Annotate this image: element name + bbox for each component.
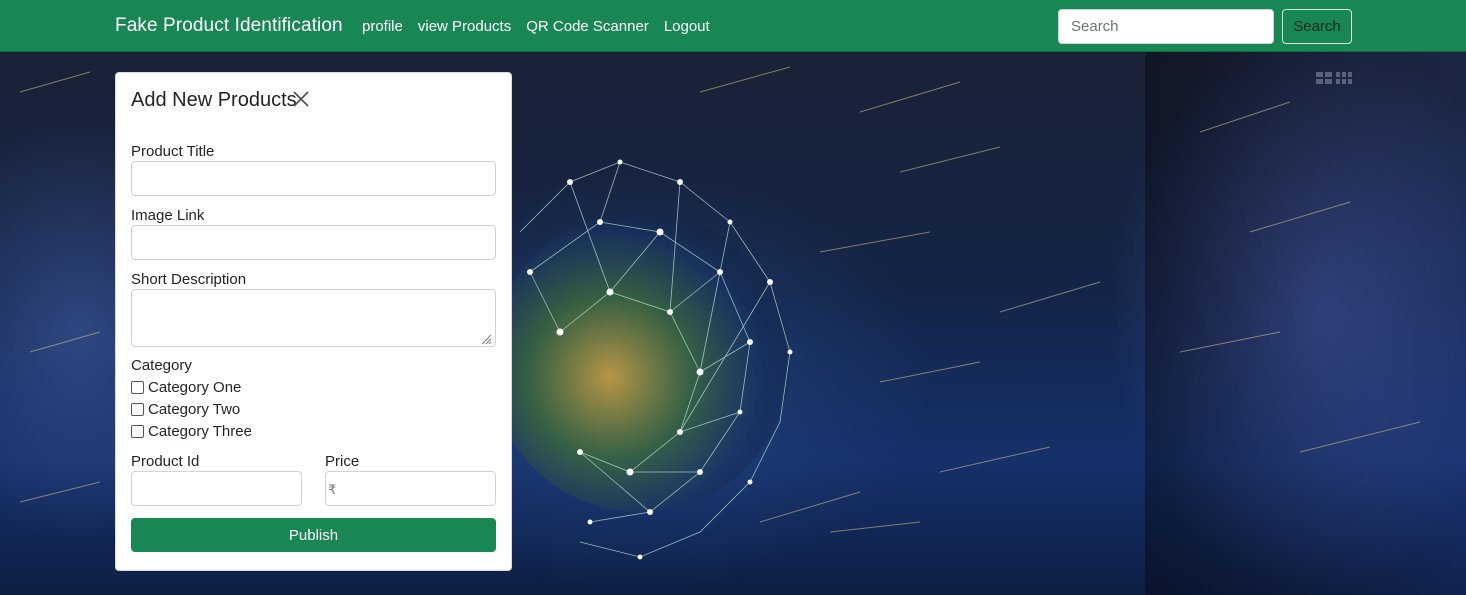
card-title: Add New Products <box>131 89 297 111</box>
grid-icons <box>1316 72 1352 84</box>
category-option-two[interactable]: Category Two <box>131 401 240 418</box>
grid-icon <box>1336 72 1352 84</box>
short-description-textarea[interactable] <box>131 289 496 347</box>
top-navbar: Fake Product Identification profile view… <box>0 0 1466 52</box>
category-two-label: Category Two <box>148 401 241 418</box>
nav-link-qr-code-scanner[interactable]: QR Code Scanner <box>526 18 649 35</box>
image-link-input[interactable] <box>131 225 496 260</box>
search-input[interactable] <box>1058 9 1274 44</box>
search-button[interactable]: Search <box>1282 9 1352 44</box>
add-product-card: Add New Products Product Title Image Lin… <box>115 72 512 571</box>
nav-link-profile[interactable]: profile <box>362 18 403 35</box>
category-two-checkbox[interactable] <box>131 403 144 416</box>
category-option-one[interactable]: Category One <box>131 379 241 396</box>
product-title-input[interactable] <box>131 161 496 196</box>
image-link-label: Image Link <box>131 207 205 224</box>
short-description-label: Short Description <box>131 271 247 288</box>
publish-button[interactable]: Publish <box>131 518 496 552</box>
nav-links: profile view Products QR Code Scanner Lo… <box>362 18 710 35</box>
brand-title[interactable]: Fake Product Identification <box>115 15 343 37</box>
resize-grip-icon[interactable] <box>480 333 492 345</box>
product-id-label: Product Id <box>131 453 200 470</box>
category-one-label: Category One <box>148 379 242 396</box>
product-id-input[interactable] <box>131 471 302 506</box>
rupee-prefix: ₹ <box>328 482 337 497</box>
category-label: Category <box>131 357 192 374</box>
category-three-checkbox[interactable] <box>131 425 144 438</box>
category-three-label: Category Three <box>148 423 252 440</box>
grid-icon <box>1316 72 1332 84</box>
product-title-label: Product Title <box>131 143 215 160</box>
nav-link-logout[interactable]: Logout <box>664 18 710 35</box>
close-icon[interactable] <box>292 90 310 108</box>
category-option-three[interactable]: Category Three <box>131 423 252 440</box>
price-label: Price <box>325 453 360 470</box>
category-one-checkbox[interactable] <box>131 381 144 394</box>
price-input[interactable] <box>325 471 496 506</box>
nav-link-view-products[interactable]: view Products <box>418 18 511 35</box>
